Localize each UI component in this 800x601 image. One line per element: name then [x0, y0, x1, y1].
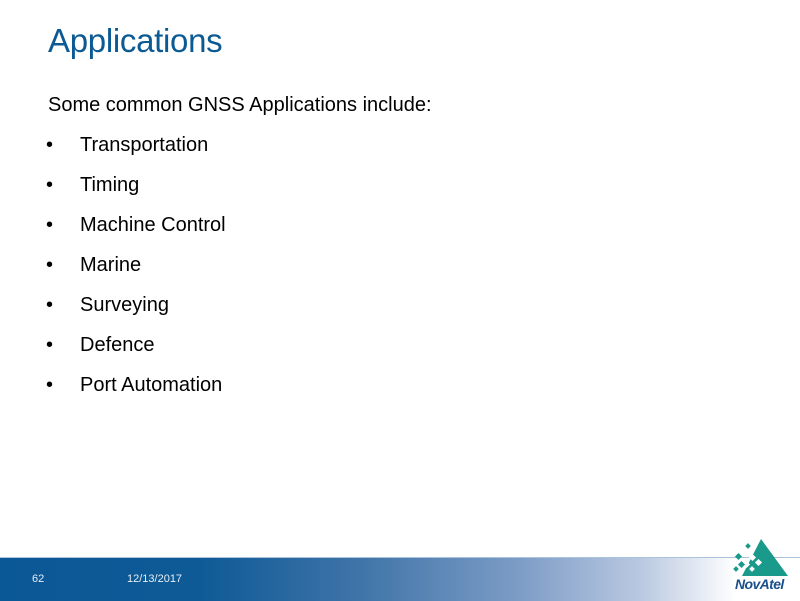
list-item-label: Machine Control	[80, 214, 226, 236]
bullet-icon: •	[46, 374, 54, 396]
bullet-icon: •	[46, 334, 54, 356]
slide-title: Applications	[48, 22, 223, 59]
list-item: • Marine	[44, 254, 226, 294]
list-item: • Timing	[44, 174, 226, 214]
bullet-icon: •	[46, 174, 54, 196]
bullet-icon: •	[46, 254, 54, 276]
slide-date: 12/13/2017	[127, 573, 183, 585]
list-item: • Surveying	[44, 294, 226, 334]
intro-text: Some common GNSS Applications include:	[48, 94, 432, 116]
list-item-label: Transportation	[80, 134, 209, 156]
bullet-icon: •	[46, 214, 54, 236]
logo-wordmark: NovAtel	[735, 576, 784, 592]
list-item-label: Port Automation	[80, 374, 223, 396]
bullet-icon: •	[46, 294, 54, 316]
applications-list: • Transportation • Timing • Machine Control…	[44, 134, 226, 414]
page-number: 62	[32, 573, 45, 585]
list-item-label: Marine	[80, 254, 142, 276]
list-item: • Machine Control	[44, 214, 226, 254]
list-item-label: Surveying	[80, 294, 169, 316]
bullet-icon: •	[46, 134, 54, 156]
list-item-label: Timing	[80, 174, 140, 196]
list-item-label: Defence	[80, 334, 155, 356]
list-item: • Port Automation	[44, 374, 226, 414]
list-item: • Defence	[44, 334, 226, 374]
list-item: • Transportation	[44, 134, 226, 174]
footer-band	[0, 557, 800, 601]
